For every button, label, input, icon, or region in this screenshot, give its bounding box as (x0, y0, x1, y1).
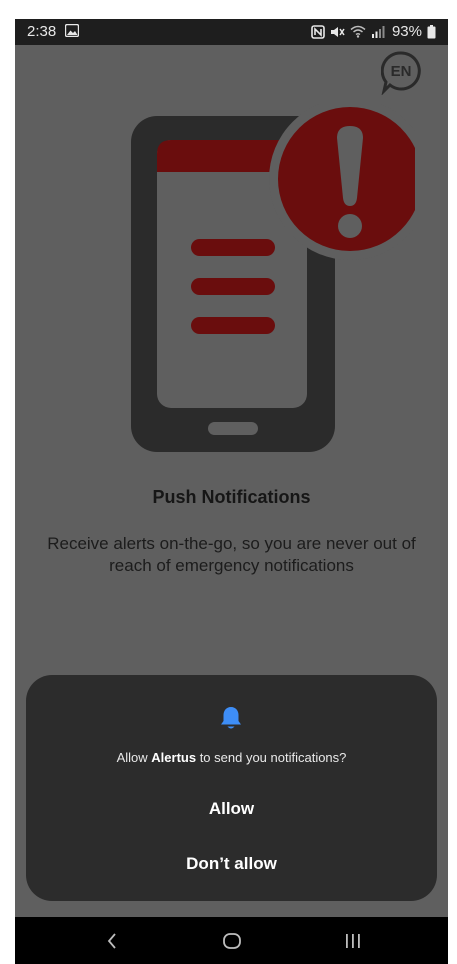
dialog-message: Allow Alertus to send you notifications? (26, 750, 437, 765)
screen: 2:38 93% EN Push Notifications Receive a… (15, 19, 448, 964)
signal-icon (371, 26, 385, 38)
bell-icon (221, 707, 241, 729)
back-icon (107, 932, 116, 949)
dialog-message-suffix: to send you notifications? (196, 750, 347, 765)
recent-apps-icon (346, 933, 360, 948)
mute-icon (330, 26, 345, 37)
phone-alert-illustration (131, 104, 415, 452)
back-button[interactable] (82, 917, 142, 964)
nfc-icon (311, 24, 325, 39)
onboarding-description: Receive alerts on-the-go, so you are nev… (47, 534, 416, 575)
dialog-app-name: Alertus (151, 750, 197, 765)
battery-percent: 93% (391, 23, 422, 40)
allow-button[interactable]: Allow (106, 789, 357, 829)
gallery-icon (65, 24, 79, 37)
wifi-icon (350, 25, 366, 38)
navigation-bar (15, 917, 448, 964)
notification-permission-dialog: Allow Alertus to send you notifications?… (26, 675, 437, 901)
status-bar: 2:38 93% (15, 19, 448, 45)
onboarding-title: Push Notifications (152, 487, 311, 507)
dont-allow-button[interactable]: Don’t allow (106, 844, 357, 884)
language-selector[interactable]: EN (381, 51, 425, 95)
battery-icon (427, 24, 436, 38)
status-time: 2:38 (27, 23, 57, 40)
home-icon (223, 932, 241, 949)
home-button[interactable] (202, 917, 262, 964)
status-icons: 93% (311, 23, 436, 40)
recent-apps-button[interactable] (323, 917, 383, 964)
language-code: EN (390, 62, 412, 80)
dialog-message-prefix: Allow (116, 750, 152, 765)
